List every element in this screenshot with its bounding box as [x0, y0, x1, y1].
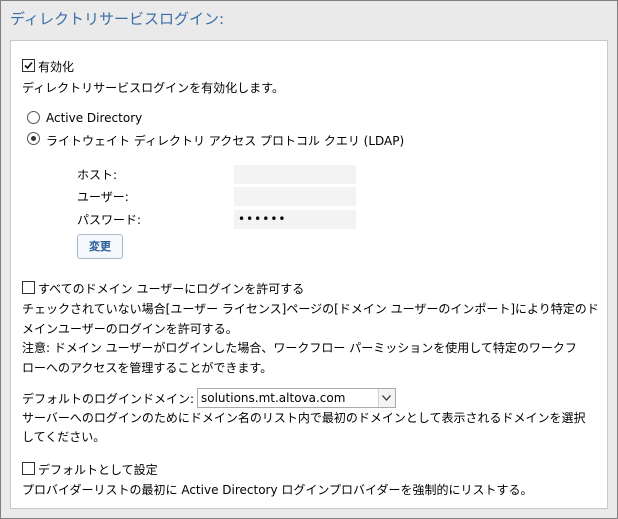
enable-label: 有効化	[38, 60, 75, 74]
checkmark-icon	[24, 61, 33, 70]
allow-all-desc-line2: メインユーザーのログインを許可する。	[22, 322, 238, 336]
allow-all-checkbox[interactable]	[22, 281, 35, 294]
default-domain-desc-line1: サーバーへのログインのためにドメイン名のリスト内で最初のドメインとして表示される…	[22, 411, 586, 425]
allow-all-desc-line1: チェックされていない場合[ユーザー ライセンス]ページの[ドメイン ユーザーのイ…	[22, 302, 599, 316]
enable-description: ディレクトリサービスログインを有効化します。	[22, 81, 284, 95]
allow-all-note-line2: ローへのアクセスを管理することができます。	[22, 361, 273, 375]
host-label: ホスト:	[77, 168, 118, 182]
default-domain-selected: solutions.mt.altova.com	[201, 391, 346, 405]
radio-active-directory-label: Active Directory	[46, 111, 143, 125]
set-default-checkbox[interactable]	[22, 462, 35, 475]
user-input[interactable]	[234, 187, 356, 206]
enable-checkbox[interactable]	[22, 59, 35, 72]
default-domain-desc-line2: してください。	[22, 430, 106, 444]
section-title: ディレクトリサービスログイン:	[10, 10, 225, 28]
password-label: パスワード:	[77, 213, 142, 227]
radio-ldap-label: ライトウェイト ディレクトリ アクセス プロトコル クエリ (LDAP)	[46, 134, 405, 148]
set-default-description: プロバイダーリストの最初に Active Directory ログインプロバイダ…	[22, 483, 533, 497]
directory-login-panel: 有効化 ディレクトリサービスログインを有効化します。 Active Direct…	[10, 40, 608, 509]
radio-active-directory[interactable]	[27, 111, 40, 124]
change-button[interactable]: 変更	[77, 234, 123, 259]
allow-all-note-line1: 注意: ドメイン ユーザーがログインした場合、ワークフロー パーミッションを使用…	[22, 341, 577, 355]
host-input[interactable]	[234, 165, 356, 184]
radio-selected-dot	[31, 136, 36, 141]
allow-all-label: すべてのドメイン ユーザーにログインを許可する	[38, 282, 305, 296]
password-input[interactable]: ••••••	[234, 210, 356, 229]
default-domain-label: デフォルトのログインドメイン:	[22, 392, 195, 406]
default-domain-select[interactable]: solutions.mt.altova.com	[197, 388, 396, 408]
set-default-label: デフォルトとして設定	[38, 463, 158, 477]
radio-ldap[interactable]	[27, 132, 40, 145]
dropdown-button[interactable]	[378, 389, 395, 407]
chevron-down-icon	[382, 395, 391, 401]
user-label: ユーザー:	[77, 190, 129, 204]
